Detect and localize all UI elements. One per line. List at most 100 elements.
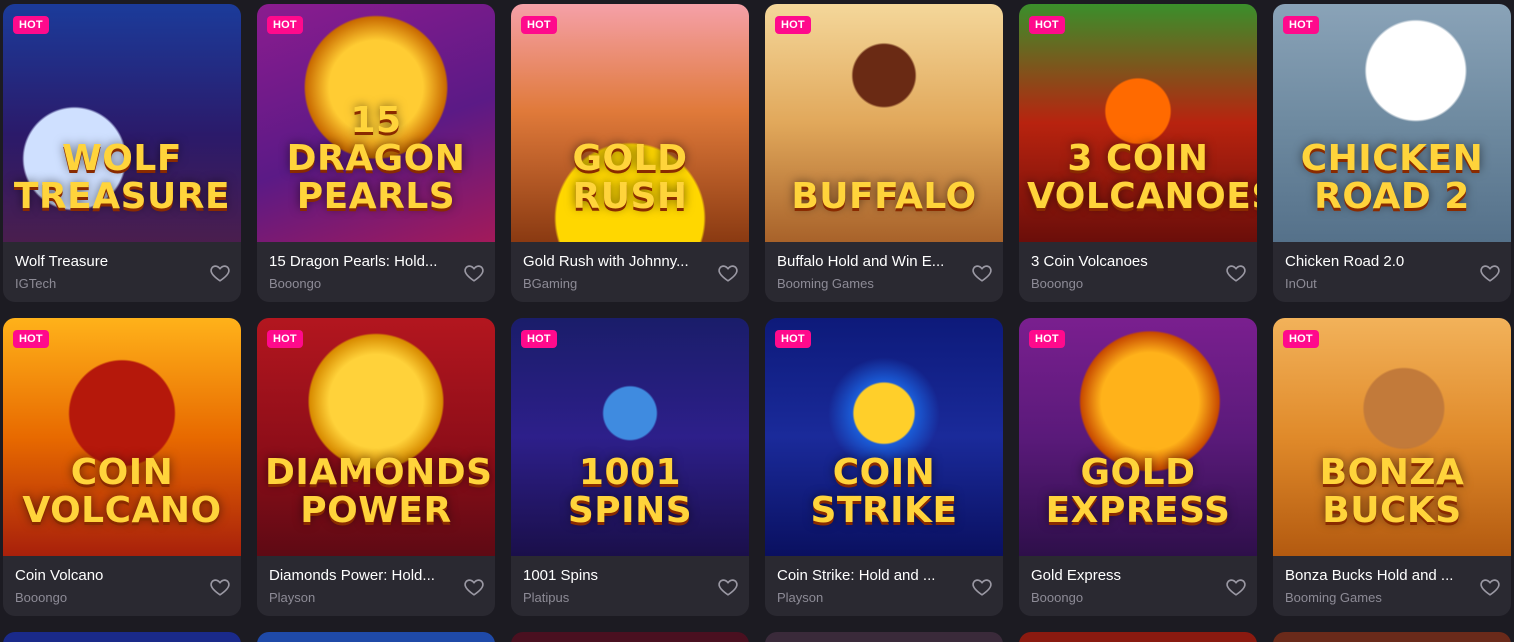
game-title: Gold Express bbox=[1031, 567, 1122, 584]
game-thumbnail[interactable]: Wolf Treasure HOT bbox=[3, 4, 241, 242]
game-art-title: Bonza Bucks bbox=[1319, 452, 1465, 531]
game-art-title: Chicken Road 2 bbox=[1300, 138, 1484, 217]
game-card[interactable]: 15 Dragon Pearls HOT 15 Dragon Pearls: H… bbox=[257, 4, 495, 302]
game-art-title: Buffalo bbox=[791, 176, 977, 217]
game-card[interactable]: Buffalo HOT Buffalo Hold and Win E... Bo… bbox=[765, 4, 1003, 302]
game-art-title: 3 Coin Volcanoes bbox=[1027, 138, 1257, 217]
heart-outline-icon bbox=[210, 265, 230, 282]
heart-outline-icon bbox=[972, 579, 992, 596]
game-art-title: Gold Rush bbox=[572, 138, 688, 217]
game-thumbnail[interactable]: Bonza Bucks HOT bbox=[1273, 318, 1511, 556]
game-card-partial[interactable] bbox=[3, 632, 241, 642]
hot-badge: HOT bbox=[267, 330, 303, 348]
game-title: Diamonds Power: Hold... bbox=[269, 567, 435, 584]
game-thumbnail[interactable]: Diamonds Power HOT bbox=[257, 318, 495, 556]
game-provider: Booongo bbox=[15, 590, 68, 605]
game-title: 1001 Spins bbox=[523, 567, 599, 584]
game-card-partial[interactable] bbox=[1019, 632, 1257, 642]
game-provider: BGaming bbox=[523, 276, 578, 291]
game-art-title: Diamonds Power bbox=[265, 452, 493, 531]
game-provider: Booongo bbox=[1031, 276, 1084, 291]
favorite-button[interactable] bbox=[1477, 260, 1503, 286]
hot-badge: HOT bbox=[1283, 16, 1319, 34]
hot-badge: HOT bbox=[1283, 330, 1319, 348]
game-thumbnail[interactable]: Coin Strike HOT bbox=[765, 318, 1003, 556]
hot-badge: HOT bbox=[521, 330, 557, 348]
game-grid: Wolf Treasure HOT Wolf Treasure IGTech 1… bbox=[0, 0, 1514, 642]
favorite-button[interactable] bbox=[1223, 574, 1249, 600]
game-thumbnail[interactable]: Coin Volcano HOT bbox=[3, 318, 241, 556]
game-art-title: Coin Strike bbox=[810, 452, 958, 531]
hot-badge: HOT bbox=[521, 16, 557, 34]
game-thumbnail[interactable]: 15 Dragon Pearls HOT bbox=[257, 4, 495, 242]
game-art-title: 15 Dragon Pearls bbox=[286, 100, 466, 217]
game-title: 3 Coin Volcanoes bbox=[1031, 253, 1148, 270]
game-thumbnail[interactable]: Buffalo HOT bbox=[765, 4, 1003, 242]
game-card[interactable]: Gold Rush HOT Gold Rush with Johnny... B… bbox=[511, 4, 749, 302]
hot-badge: HOT bbox=[13, 16, 49, 34]
game-card[interactable]: Wolf Treasure HOT Wolf Treasure IGTech bbox=[3, 4, 241, 302]
game-card[interactable]: Bonza Bucks HOT Bonza Bucks Hold and ...… bbox=[1273, 318, 1511, 616]
heart-outline-icon bbox=[464, 265, 484, 282]
game-provider: Booongo bbox=[1031, 590, 1084, 605]
game-card[interactable]: Gold Express HOT Gold Express Booongo bbox=[1019, 318, 1257, 616]
game-title: Chicken Road 2.0 bbox=[1285, 253, 1405, 270]
game-title: 15 Dragon Pearls: Hold... bbox=[269, 253, 438, 270]
favorite-button[interactable] bbox=[969, 574, 995, 600]
game-title: Wolf Treasure bbox=[15, 253, 109, 270]
favorite-button[interactable] bbox=[207, 260, 233, 286]
hot-badge: HOT bbox=[775, 16, 811, 34]
game-title: Gold Rush with Johnny... bbox=[523, 253, 689, 270]
hot-badge: HOT bbox=[1029, 16, 1065, 34]
game-provider: Platipus bbox=[523, 590, 570, 605]
hot-badge: HOT bbox=[13, 330, 49, 348]
favorite-button[interactable] bbox=[207, 574, 233, 600]
heart-outline-icon bbox=[718, 579, 738, 596]
game-provider: Booongo bbox=[269, 276, 322, 291]
favorite-button[interactable] bbox=[461, 260, 487, 286]
favorite-button[interactable] bbox=[969, 260, 995, 286]
game-provider: Playson bbox=[777, 590, 824, 605]
game-art-title: Wolf Treasure bbox=[13, 138, 231, 217]
game-card[interactable]: Coin Strike HOT Coin Strike: Hold and ..… bbox=[765, 318, 1003, 616]
game-thumbnail[interactable]: Chicken Road 2 HOT bbox=[1273, 4, 1511, 242]
favorite-button[interactable] bbox=[1223, 260, 1249, 286]
game-thumbnail[interactable]: 1001 Spins HOT bbox=[511, 318, 749, 556]
game-art-title: 1001 Spins bbox=[567, 452, 693, 531]
favorite-button[interactable] bbox=[715, 260, 741, 286]
game-thumbnail[interactable]: Gold Rush HOT bbox=[511, 4, 749, 242]
heart-outline-icon bbox=[718, 265, 738, 282]
hot-badge: HOT bbox=[775, 330, 811, 348]
game-provider: Playson bbox=[269, 590, 316, 605]
heart-outline-icon bbox=[972, 265, 992, 282]
heart-outline-icon bbox=[1226, 265, 1246, 282]
favorite-button[interactable] bbox=[1477, 574, 1503, 600]
heart-outline-icon bbox=[210, 579, 230, 596]
favorite-button[interactable] bbox=[715, 574, 741, 600]
game-art-title: Coin Volcano bbox=[22, 452, 222, 531]
game-card[interactable]: Diamonds Power HOT Diamonds Power: Hold.… bbox=[257, 318, 495, 616]
game-title: Buffalo Hold and Win E... bbox=[777, 253, 945, 270]
game-card[interactable]: 3 Coin Volcanoes HOT 3 Coin Volcanoes Bo… bbox=[1019, 4, 1257, 302]
game-card-partial[interactable] bbox=[257, 632, 495, 642]
game-card-partial[interactable] bbox=[1273, 632, 1511, 642]
game-thumbnail[interactable]: 3 Coin Volcanoes HOT bbox=[1019, 4, 1257, 242]
game-title: Bonza Bucks Hold and ... bbox=[1285, 567, 1454, 584]
heart-outline-icon bbox=[1226, 579, 1246, 596]
game-provider: Booming Games bbox=[1285, 590, 1382, 605]
game-card[interactable]: Coin Volcano HOT Coin Volcano Booongo bbox=[3, 318, 241, 616]
hot-badge: HOT bbox=[1029, 330, 1065, 348]
game-art-title: Gold Express bbox=[1045, 452, 1231, 531]
game-title: Coin Strike: Hold and ... bbox=[777, 567, 936, 584]
game-card[interactable]: Chicken Road 2 HOT Chicken Road 2.0 InOu… bbox=[1273, 4, 1511, 302]
game-provider: InOut bbox=[1285, 276, 1317, 291]
favorite-button[interactable] bbox=[461, 574, 487, 600]
game-provider: IGTech bbox=[15, 276, 57, 291]
game-card-partial[interactable] bbox=[765, 632, 1003, 642]
heart-outline-icon bbox=[1480, 579, 1500, 596]
game-thumbnail[interactable]: Gold Express HOT bbox=[1019, 318, 1257, 556]
hot-badge: HOT bbox=[267, 16, 303, 34]
game-card-partial[interactable] bbox=[511, 632, 749, 642]
game-card[interactable]: 1001 Spins HOT 1001 Spins Platipus bbox=[511, 318, 749, 616]
game-title: Coin Volcano bbox=[15, 567, 104, 584]
